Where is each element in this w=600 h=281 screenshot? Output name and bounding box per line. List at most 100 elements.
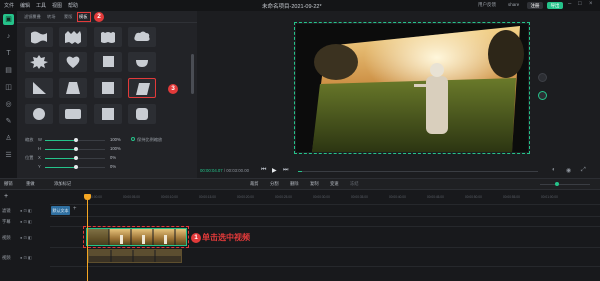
slider-w-fill	[45, 140, 75, 141]
shape-tile-trapezoid[interactable]	[59, 78, 87, 98]
media-icon[interactable]: ▣	[3, 14, 14, 25]
shape-tile-wave[interactable]	[25, 27, 53, 47]
video-clip[interactable]	[86, 228, 187, 246]
minimize-icon[interactable]: –	[568, 1, 571, 7]
music-icon[interactable]: ♪	[3, 31, 14, 42]
progress-fill	[298, 171, 302, 172]
track-lock-icon[interactable]: ● ⊡ ◧	[20, 255, 32, 260]
delete-button[interactable]: 删除	[290, 181, 299, 187]
tools-icon[interactable]: ✎	[3, 116, 14, 127]
add-marker-button[interactable]: 添加标记	[54, 181, 71, 187]
maximize-icon[interactable]: □	[578, 1, 582, 7]
track-divider	[50, 266, 600, 267]
play-icon[interactable]: ▶	[272, 167, 277, 174]
slider-h-knob[interactable]	[74, 147, 78, 151]
zoom-track[interactable]	[540, 184, 590, 185]
shape-tile-heart[interactable]	[59, 52, 87, 72]
video-preview	[296, 24, 528, 152]
shape-tile-cloud[interactable]	[128, 27, 156, 47]
crop-button[interactable]: 裁剪	[250, 181, 259, 187]
shape-tile-square[interactable]	[94, 52, 122, 72]
split-button[interactable]: 分割	[270, 181, 279, 187]
export-button[interactable]: 导出	[547, 2, 563, 9]
slider-y-value: 0%	[110, 164, 117, 169]
ruler-tick-5: 00:00:25.00	[275, 195, 292, 199]
menu-help[interactable]: 帮助	[68, 2, 78, 9]
keep-ratio-radio[interactable]	[131, 137, 135, 141]
close-icon[interactable]: ×	[589, 1, 593, 7]
shape-tile-wide-rect[interactable]	[94, 104, 122, 124]
text-clip[interactable]: 默认文本	[51, 206, 70, 215]
tab-transitions[interactable]: 转场	[47, 14, 55, 20]
shape-tile-half-circle[interactable]	[128, 52, 156, 72]
step-badge-1: 1	[191, 233, 201, 243]
shape-tile-rounded-square[interactable]	[128, 104, 156, 124]
text-icon[interactable]: T	[3, 48, 14, 59]
menu-tools[interactable]: 工具	[36, 2, 46, 9]
undo-button[interactable]: 撤销	[4, 181, 13, 187]
user-name[interactable]: share	[508, 2, 519, 7]
ruler-tick-12: 00:01:00.00	[541, 195, 558, 199]
slider-y-knob[interactable]	[74, 165, 78, 169]
track-divider	[50, 216, 600, 217]
track-lock-icon[interactable]: ● ⊡ ◧	[20, 235, 32, 240]
ruler-tick-1: 00:00:05.00	[123, 195, 140, 199]
keep-ratio-label: 保持比例缩放	[137, 137, 163, 142]
add-track-icon[interactable]: +	[4, 193, 8, 200]
redo-button[interactable]: 重做	[26, 181, 35, 187]
shape-tile-triangle-cut[interactable]	[25, 78, 53, 98]
tab-filters[interactable]: 滤镜覆叠	[24, 14, 41, 20]
register-button[interactable]: 注册	[527, 2, 543, 9]
position-label: 位置	[25, 155, 34, 160]
feedback-link[interactable]: 用户反馈	[478, 2, 496, 8]
shape-tile-circle[interactable]	[25, 104, 53, 124]
settings-icon[interactable]: ☰	[3, 150, 14, 161]
freeze-button[interactable]: 冻结	[350, 181, 359, 187]
copy-button[interactable]: 复制	[310, 181, 319, 187]
slider-axis-x: X	[38, 155, 41, 160]
prev-frame-icon[interactable]: ⏮	[261, 167, 266, 174]
overlay-icon[interactable]: ◫	[3, 82, 14, 93]
filter-icon[interactable]: ▤	[3, 65, 14, 76]
tab-masks[interactable]: 蒙版	[64, 14, 72, 20]
shape-tile-block[interactable]	[94, 78, 122, 98]
track-lock-icon[interactable]: ● ⊡ ◧	[20, 219, 32, 224]
shape-tile-parallelogram[interactable]	[128, 78, 156, 98]
track-divider	[50, 204, 600, 205]
snapshot-icon[interactable]: ◉	[566, 167, 571, 174]
track-lock-icon[interactable]: ● ⊡ ◧	[20, 208, 32, 213]
speed-button[interactable]: 变速	[330, 181, 339, 187]
panel-tabs	[17, 11, 197, 23]
menu-edit[interactable]: 编辑	[20, 2, 30, 9]
next-frame-icon[interactable]: ⏭	[283, 167, 288, 174]
progress-track[interactable]	[298, 171, 538, 172]
track-label-filter: 滤镜	[2, 208, 11, 213]
person-icon[interactable]: ♙	[3, 133, 14, 144]
playhead-handle[interactable]	[84, 194, 91, 200]
ruler-tick-9: 00:00:45.00	[427, 195, 444, 199]
slider-axis-h: H	[38, 146, 42, 151]
zoom-knob[interactable]	[555, 182, 559, 186]
fullscreen-icon[interactable]: ⤢	[581, 167, 586, 174]
lock-icon[interactable]	[538, 91, 547, 100]
menu-view[interactable]: 视图	[52, 2, 62, 9]
edit-toolbar	[0, 178, 600, 190]
shape-tile-rounded-rect[interactable]	[59, 104, 87, 124]
add-clip-icon[interactable]: +	[73, 206, 77, 212]
shape-tile-zigzag[interactable]	[59, 27, 87, 47]
rotate-icon[interactable]	[538, 73, 547, 82]
tab-highlight-box	[77, 12, 91, 22]
menu-file[interactable]: 文件	[4, 2, 14, 9]
volume-icon[interactable]: ◐	[552, 167, 556, 173]
playhead-line[interactable]	[87, 195, 88, 281]
panel-scrollbar[interactable]	[191, 54, 194, 94]
sticker-icon[interactable]: ◎	[3, 99, 14, 110]
ruler-tick-7: 00:00:35.00	[351, 195, 368, 199]
timecode-current: 00:00:04.07	[200, 168, 223, 173]
audio-clip[interactable]	[88, 249, 182, 263]
slider-x-knob[interactable]	[74, 156, 78, 160]
track-label-subtitle: 字幕	[2, 219, 11, 224]
slider-w-knob[interactable]	[74, 138, 78, 142]
shape-tile-burst[interactable]	[25, 52, 53, 72]
shape-tile-bumps[interactable]	[94, 27, 122, 47]
